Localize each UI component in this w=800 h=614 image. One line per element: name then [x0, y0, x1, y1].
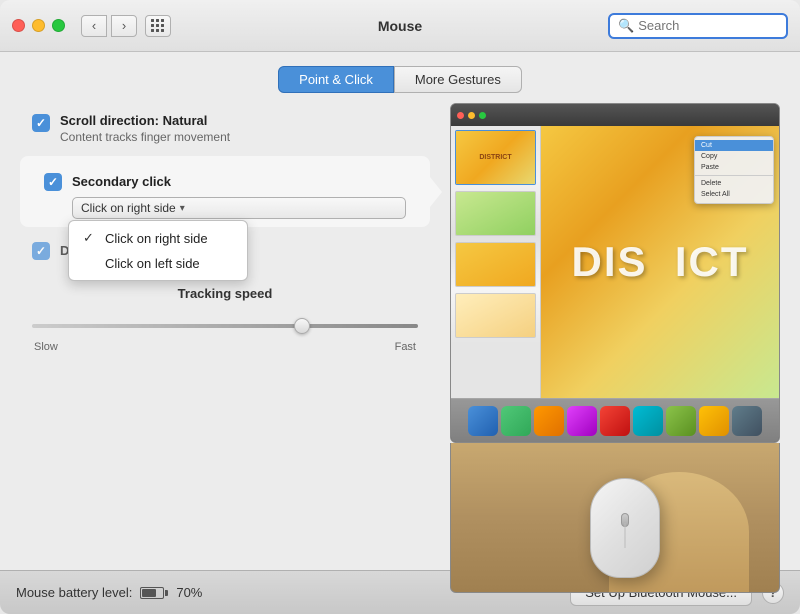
dock-icon-4 — [567, 406, 597, 436]
dock-icon-1 — [468, 406, 498, 436]
slider-fast-label: Fast — [395, 341, 416, 353]
dropdown-item-right[interactable]: ✓ Click on right side — [69, 225, 247, 251]
scroll-label: Scroll direction: Natural — [60, 113, 230, 128]
maximize-button[interactable] — [52, 19, 65, 32]
left-panel: ✓ Scroll direction: Natural Content trac… — [20, 103, 430, 593]
search-icon: 🔍 — [618, 18, 634, 34]
context-item-2: Copy — [695, 151, 773, 162]
tab-more-gestures[interactable]: More Gestures — [394, 66, 522, 93]
mouse-shape — [590, 478, 660, 578]
checkmark-icon: ✓ — [36, 116, 46, 130]
traffic-lights — [12, 19, 65, 32]
battery-icon — [140, 587, 168, 599]
dropdown-value: Click on right side — [81, 201, 176, 215]
dropdown-button[interactable]: Click on right side ▾ — [72, 197, 406, 219]
mouse-hand-image — [450, 443, 780, 593]
nav-buttons: ‹ › — [81, 15, 137, 37]
dock-icon-2 — [501, 406, 531, 436]
preview-sidebar-thumb: DISTRICT — [451, 126, 540, 398]
content-area: Point & Click More Gestures ✓ Scroll dir… — [0, 52, 800, 570]
preview-main-content: Cut Copy Paste Delete Select All DIS ICT — [541, 126, 779, 398]
minimize-button[interactable] — [32, 19, 45, 32]
district-text: DIS ICT — [571, 238, 748, 286]
fruit-bg: Cut Copy Paste Delete Select All DIS ICT — [541, 126, 779, 398]
tab-point-click[interactable]: Point & Click — [278, 66, 394, 93]
forward-button[interactable]: › — [111, 15, 137, 37]
preview-maximize — [479, 112, 486, 119]
tabs-container: Point & Click More Gestures — [0, 52, 800, 103]
arrow-indicator — [430, 177, 442, 207]
mouse-line — [625, 523, 626, 548]
battery-fill — [142, 589, 156, 597]
search-input[interactable] — [638, 18, 778, 33]
battery-percent: 70% — [176, 585, 202, 600]
dropdown-menu: ✓ Click on right side Click on left side — [68, 220, 248, 281]
sidebar-thumb-4 — [455, 293, 536, 338]
dropdown-item-left[interactable]: Click on left side — [69, 251, 247, 276]
preview-content: DISTRICT Cut Copy — [451, 126, 779, 398]
context-menu-preview: Cut Copy Paste Delete Select All — [694, 136, 774, 204]
check-placeholder-icon — [83, 256, 97, 271]
page-thumb-content-1: DISTRICT — [456, 131, 535, 184]
sidebar-thumb-2 — [455, 191, 536, 236]
scroll-setting-text: Scroll direction: Natural Content tracks… — [60, 113, 230, 144]
context-item-4: Delete — [695, 178, 773, 189]
check-icon: ✓ — [83, 230, 97, 246]
window-title: Mouse — [378, 18, 422, 34]
checkmark-icon-3: ✓ — [36, 244, 46, 258]
grid-button[interactable] — [145, 15, 171, 37]
battery-tip — [165, 590, 168, 596]
secondary-click-label: Secondary click — [72, 174, 171, 189]
dropdown-item-left-label: Click on left side — [105, 256, 200, 271]
dock-icon-5 — [600, 406, 630, 436]
tracking-slider[interactable] — [32, 311, 418, 341]
preview-close — [457, 112, 464, 119]
slider-thumb[interactable] — [294, 318, 310, 334]
slider-track — [32, 324, 418, 328]
double-tap-checkbox[interactable]: ✓ — [32, 242, 50, 260]
context-divider — [695, 175, 773, 176]
search-box[interactable]: 🔍 — [608, 13, 788, 39]
sidebar-thumb-3 — [455, 242, 536, 287]
battery-info: Mouse battery level: 70% — [16, 585, 202, 600]
dock-icon-7 — [666, 406, 696, 436]
preview-top-bar — [451, 104, 779, 126]
dock-icon-6 — [633, 406, 663, 436]
secondary-click-checkbox[interactable]: ✓ — [44, 173, 62, 191]
close-button[interactable] — [12, 19, 25, 32]
context-item-3: Paste — [695, 162, 773, 173]
battery-body — [140, 587, 164, 599]
battery-label: Mouse battery level: — [16, 585, 132, 600]
slider-slow-label: Slow — [34, 341, 58, 353]
dock-icon-9 — [732, 406, 762, 436]
grid-icon — [151, 19, 165, 33]
preview-minimize — [468, 112, 475, 119]
secondary-click-container: ✓ Secondary click Click on right side ▾ … — [20, 156, 430, 227]
scroll-setting-row: ✓ Scroll direction: Natural Content trac… — [20, 103, 430, 154]
secondary-click-header: ✓ Secondary click — [44, 172, 406, 191]
right-panel: DISTRICT Cut Copy — [450, 103, 780, 593]
preview-image: DISTRICT Cut Copy — [450, 103, 780, 443]
context-item-5: Select All — [695, 189, 773, 200]
back-button[interactable]: ‹ — [81, 15, 107, 37]
slider-container: Slow Fast — [32, 311, 418, 353]
preview-dock — [451, 398, 779, 442]
sidebar-thumb-1: DISTRICT — [455, 130, 536, 185]
scroll-checkbox[interactable]: ✓ — [32, 114, 50, 132]
dock-icon-3 — [534, 406, 564, 436]
secondary-click-section: ✓ Secondary click Click on right side ▾ … — [32, 164, 418, 219]
tracking-title: Tracking speed — [178, 286, 273, 301]
chevron-down-icon: ▾ — [180, 203, 185, 214]
dropdown-item-right-label: Click on right side — [105, 231, 208, 246]
titlebar: ‹ › Mouse 🔍 — [0, 0, 800, 52]
preview-sidebar: DISTRICT — [451, 126, 541, 398]
slider-labels: Slow Fast — [32, 341, 418, 353]
scroll-sublabel: Content tracks finger movement — [60, 130, 230, 144]
context-item-1: Cut — [695, 140, 773, 151]
main-area: ✓ Scroll direction: Natural Content trac… — [0, 103, 800, 603]
dock-icon-8 — [699, 406, 729, 436]
checkmark-icon-2: ✓ — [48, 175, 58, 189]
tracking-section: Tracking speed Slow Fast — [20, 270, 430, 361]
